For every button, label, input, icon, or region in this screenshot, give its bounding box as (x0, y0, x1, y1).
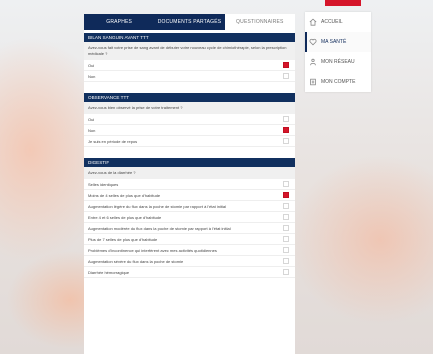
menu-item-ma-sante[interactable]: MA SANTÉ (305, 32, 371, 52)
answer-label: Augmentation légère du flux dans la poch… (88, 203, 226, 209)
answer-row[interactable]: Non (84, 125, 295, 136)
network-icon (309, 58, 317, 66)
answer-row[interactable]: Oui (84, 114, 295, 125)
answer-row[interactable]: Augmentation modérée du flux dans la poc… (84, 223, 295, 234)
answer-checkbox[interactable] (283, 73, 289, 79)
answer-label: Oui (88, 116, 95, 122)
tab-documents-partages[interactable]: DOCUMENTS PARTAGÉS (154, 14, 224, 30)
heart-icon (309, 38, 317, 46)
answer-checkbox[interactable] (283, 62, 289, 68)
answer-checkbox[interactable] (283, 138, 289, 144)
answer-label: Plus de 7 selles de plus que d'habitude (88, 236, 158, 242)
answer-row[interactable]: Selles identiques (84, 179, 295, 190)
top-bar (0, 0, 433, 6)
answer-checkbox[interactable] (283, 192, 289, 198)
answer-row[interactable]: Oui (84, 60, 295, 71)
question-observance: Avez-vous bien observé la prise de votre… (84, 102, 295, 114)
section-header-bilan: BILAN SANGUIN AVANT TTT (84, 33, 295, 42)
answer-checkbox[interactable] (283, 258, 289, 264)
answer-label: Diarrhée hémorragique (88, 269, 130, 275)
top-cta-button[interactable] (325, 0, 361, 6)
answer-checkbox[interactable] (283, 127, 289, 133)
questionnaire-panel: GRAPHES DOCUMENTS PARTAGÉS QUESTIONNAIRE… (84, 14, 295, 354)
answer-label: Augmentation modérée du flux dans la poc… (88, 225, 231, 231)
menu-label: ACCUEIL (321, 19, 343, 25)
answer-row[interactable]: Plus de 7 selles de plus que d'habitude (84, 234, 295, 245)
answer-checkbox[interactable] (283, 247, 289, 253)
answer-checkbox[interactable] (283, 203, 289, 209)
answer-row[interactable]: Augmentation légère du flux dans la poch… (84, 201, 295, 212)
answer-row[interactable]: Augmentation sévère du flux dans la poch… (84, 256, 295, 267)
answer-checkbox[interactable] (283, 225, 289, 231)
answer-row[interactable]: Problèmes d'incontinence qui interfèrent… (84, 245, 295, 256)
answer-checkbox[interactable] (283, 236, 289, 242)
menu-label: MON RÉSEAU (321, 59, 355, 65)
answer-row[interactable]: Non (84, 71, 295, 82)
answer-label: Non (88, 73, 96, 79)
answer-label: Non (88, 127, 96, 133)
section-header-digestif: DIGESTIF (84, 158, 295, 167)
answer-label: Selles identiques (88, 181, 119, 187)
tab-graphes[interactable]: GRAPHES (84, 14, 154, 30)
answer-checkbox[interactable] (283, 116, 289, 122)
home-icon (309, 18, 317, 26)
side-menu: ACCUEIL MA SANTÉ MON RÉSEAU MON COMPTE (305, 12, 371, 92)
answer-label: Augmentation sévère du flux dans la poch… (88, 258, 184, 264)
answer-label: Oui (88, 62, 95, 68)
question-digestif: Avez-vous de la diarrhée ? (84, 167, 295, 179)
answer-label: Je suis en période de repos (88, 138, 138, 144)
menu-item-accueil[interactable]: ACCUEIL (305, 12, 371, 32)
answer-row[interactable]: Moins de 4 selles de plus que d'habitude (84, 190, 295, 201)
answer-row[interactable]: Je suis en période de repos (84, 136, 295, 147)
answer-label: Moins de 4 selles de plus que d'habitude (88, 192, 161, 198)
answer-label: Entre 4 et 6 selles de plus que d'habitu… (88, 214, 162, 220)
answer-label: Problèmes d'incontinence qui interfèrent… (88, 247, 217, 253)
section-header-observance: OBSERVANCE TTT (84, 93, 295, 102)
answer-checkbox[interactable] (283, 181, 289, 187)
answer-row[interactable]: Entre 4 et 6 selles de plus que d'habitu… (84, 212, 295, 223)
answer-checkbox[interactable] (283, 269, 289, 275)
answer-checkbox[interactable] (283, 214, 289, 220)
tab-questionnaires[interactable]: QUESTIONNAIRES (224, 14, 295, 30)
menu-item-mon-compte[interactable]: MON COMPTE (305, 72, 371, 92)
tab-bar: GRAPHES DOCUMENTS PARTAGÉS QUESTIONNAIRE… (84, 14, 295, 30)
menu-item-mon-reseau[interactable]: MON RÉSEAU (305, 52, 371, 72)
menu-label: MON COMPTE (321, 79, 356, 85)
menu-label: MA SANTÉ (321, 39, 347, 45)
answer-row[interactable]: Diarrhée hémorragique (84, 267, 295, 278)
account-icon (309, 78, 317, 86)
question-bilan: Avez-vous fait votre prise de sang avant… (84, 42, 295, 60)
